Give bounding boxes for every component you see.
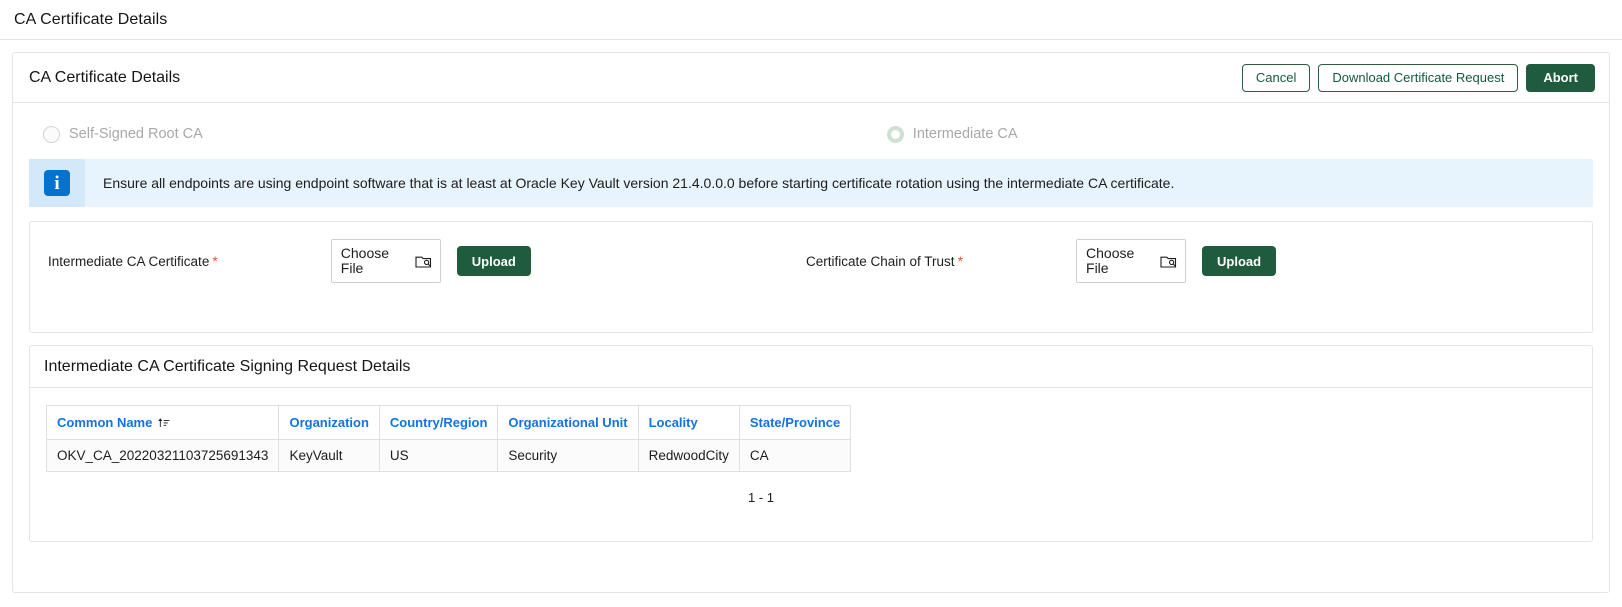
column-header-common-name-inner: Common Name	[57, 415, 170, 430]
csr-details-panel: Intermediate CA Certificate Signing Requ…	[29, 345, 1593, 542]
csr-table-head: Common Name	[47, 406, 851, 440]
column-header-organizational-unit[interactable]: Organizational Unit	[498, 406, 638, 440]
column-header-common-name[interactable]: Common Name	[47, 406, 279, 440]
required-asterisk: *	[958, 253, 963, 269]
folder-search-icon	[415, 254, 432, 269]
table-row[interactable]: OKV_CA_20220321103725691343 KeyVault US …	[47, 440, 851, 472]
radio-self-signed-root-ca[interactable]: Self-Signed Root CA	[43, 126, 203, 143]
page-header: CA Certificate Details	[0, 0, 1622, 40]
card-header-actions: Cancel Download Certificate Request Abor…	[1242, 64, 1595, 92]
ca-certificate-details-card: CA Certificate Details Cancel Download C…	[12, 52, 1610, 593]
info-banner-message: Ensure all endpoints are using endpoint …	[85, 159, 1188, 207]
download-certificate-request-button[interactable]: Download Certificate Request	[1318, 64, 1518, 92]
intermediate-ca-certificate-label-text: Intermediate CA Certificate	[48, 254, 209, 269]
table-header-row: Common Name	[47, 406, 851, 440]
sort-ascending-icon	[157, 416, 170, 429]
cell-organizational-unit: Security	[498, 440, 638, 472]
table-pagination: 1 - 1	[46, 472, 774, 505]
radio-self-signed-root-ca-label: Self-Signed Root CA	[69, 126, 203, 142]
csr-table: Common Name	[46, 405, 851, 472]
intermediate-ca-certificate-file-chooser[interactable]: Choose File	[331, 239, 441, 283]
choose-file-label: Choose File	[341, 246, 405, 276]
info-icon: i	[44, 170, 70, 196]
upload-panel: Intermediate CA Certificate* Choose File	[29, 221, 1593, 333]
cell-state-province: CA	[739, 440, 850, 472]
cancel-button[interactable]: Cancel	[1242, 64, 1310, 92]
csr-panel-title: Intermediate CA Certificate Signing Requ…	[44, 358, 410, 376]
radio-checked-icon	[887, 126, 904, 143]
required-asterisk: *	[212, 253, 217, 269]
card-header: CA Certificate Details Cancel Download C…	[13, 53, 1609, 103]
certificate-chain-of-trust-file-chooser[interactable]: Choose File	[1076, 239, 1186, 283]
upload-certificate-chain-of-trust-button[interactable]: Upload	[1202, 246, 1276, 276]
upload-group-intermediate-ca-certificate: Intermediate CA Certificate* Choose File	[30, 222, 778, 283]
column-header-state-province[interactable]: State/Province	[739, 406, 850, 440]
upload-group-certificate-chain-of-trust: Certificate Chain of Trust* Choose File	[778, 222, 1276, 283]
intermediate-ca-certificate-label: Intermediate CA Certificate*	[48, 253, 218, 269]
radio-unchecked-icon	[43, 126, 60, 143]
page-title: CA Certificate Details	[14, 11, 167, 29]
folder-search-icon	[1160, 254, 1177, 269]
csr-panel-header: Intermediate CA Certificate Signing Requ…	[30, 346, 1592, 388]
ca-type-radio-group: Self-Signed Root CA Intermediate CA	[27, 113, 1595, 155]
csr-table-body: OKV_CA_20220321103725691343 KeyVault US …	[47, 440, 851, 472]
page-body: CA Certificate Details Cancel Download C…	[0, 40, 1622, 607]
csr-panel-body: Common Name	[30, 388, 1592, 505]
column-header-country-region[interactable]: Country/Region	[379, 406, 498, 440]
cell-common-name: OKV_CA_20220321103725691343	[47, 440, 279, 472]
cell-country-region: US	[379, 440, 498, 472]
column-header-locality[interactable]: Locality	[638, 406, 739, 440]
card-content: Self-Signed Root CA Intermediate CA i En…	[13, 103, 1609, 592]
column-header-organization[interactable]: Organization	[279, 406, 379, 440]
abort-button[interactable]: Abort	[1526, 64, 1595, 92]
cell-organization: KeyVault	[279, 440, 379, 472]
radio-intermediate-ca[interactable]: Intermediate CA	[887, 126, 1018, 143]
certificate-chain-of-trust-label: Certificate Chain of Trust*	[806, 253, 963, 269]
certificate-chain-of-trust-label-text: Certificate Chain of Trust	[806, 254, 955, 269]
info-banner: i Ensure all endpoints are using endpoin…	[29, 159, 1593, 207]
cell-locality: RedwoodCity	[638, 440, 739, 472]
column-header-common-name-label: Common Name	[57, 415, 152, 430]
choose-file-label: Choose File	[1086, 246, 1150, 276]
info-icon-container: i	[29, 159, 85, 207]
card-title: CA Certificate Details	[29, 69, 180, 87]
upload-intermediate-ca-certificate-button[interactable]: Upload	[457, 246, 531, 276]
radio-intermediate-ca-label: Intermediate CA	[913, 126, 1018, 142]
